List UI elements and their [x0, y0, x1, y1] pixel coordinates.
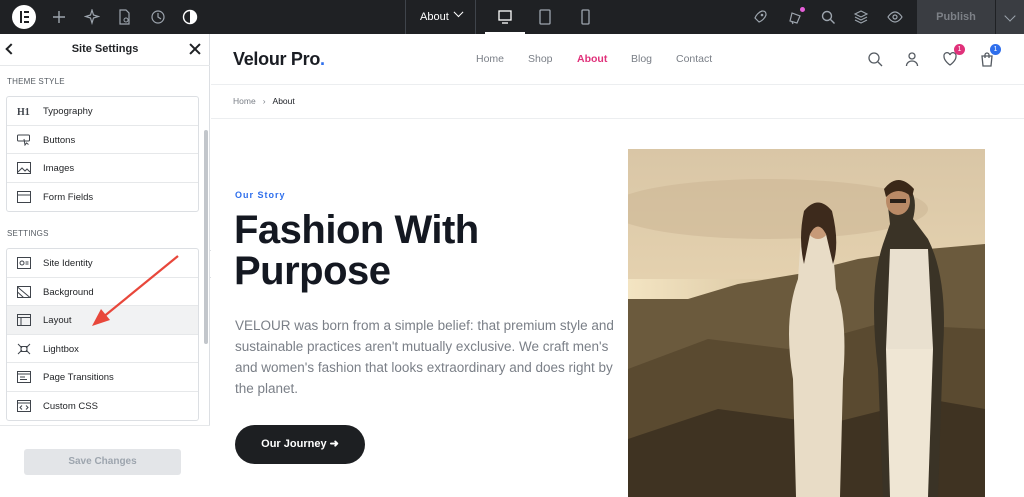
layout-icon — [17, 314, 31, 326]
nav-contact[interactable]: Contact — [676, 53, 712, 65]
hero-body-text: VELOUR was born from a simple belief: th… — [235, 318, 614, 396]
page-selector[interactable]: About — [405, 0, 476, 34]
settings-item-label: Custom CSS — [43, 400, 98, 412]
mobile-view-button[interactable] — [565, 0, 605, 34]
rocket-icon[interactable] — [752, 9, 768, 25]
chevron-down-icon — [453, 7, 464, 18]
panel-scrollbar[interactable] — [204, 130, 208, 344]
svg-text:H1: H1 — [17, 107, 30, 117]
settings-item-form-fields[interactable]: Form Fields — [7, 183, 198, 212]
theme-style-group: H1 Typography Buttons Images Form Fields — [6, 96, 199, 212]
custom-css-icon — [17, 399, 31, 412]
nav-shop[interactable]: Shop — [528, 53, 553, 65]
typography-h1-icon: H1 — [17, 105, 31, 117]
wishlist-count-badge: 1 — [954, 44, 965, 55]
editor-top-bar: About Publish — [0, 0, 1024, 34]
add-element-icon[interactable] — [51, 9, 67, 25]
our-journey-button[interactable]: Our Journey ➜ — [235, 425, 365, 464]
breadcrumb-separator: › — [262, 96, 266, 106]
settings-heading: SETTINGS — [7, 229, 49, 238]
brand-name: Velour Pro — [233, 49, 321, 69]
search-icon[interactable] — [820, 9, 836, 25]
site-logo[interactable]: Velour Pro. — [233, 49, 325, 70]
ai-sparkle-icon[interactable] — [84, 9, 100, 25]
page-settings-icon[interactable] — [116, 9, 132, 25]
site-identity-icon — [17, 257, 31, 269]
elementor-logo-icon[interactable] — [12, 5, 36, 29]
settings-item-label: Form Fields — [43, 191, 94, 203]
site-header: Velour Pro. Home Shop About Blog Contact… — [211, 34, 1024, 85]
notification-dot — [800, 7, 805, 12]
site-settings-icon[interactable] — [182, 9, 198, 25]
settings-item-label: Page Transitions — [43, 372, 114, 383]
settings-item-site-identity[interactable]: Site Identity — [7, 249, 198, 278]
settings-item-page-transitions[interactable]: Page Transitions — [7, 363, 198, 392]
lightbox-icon — [17, 343, 31, 355]
settings-item-custom-css[interactable]: Custom CSS — [7, 392, 198, 421]
settings-item-label: Buttons — [43, 134, 76, 146]
hero-photo-couple — [628, 149, 985, 497]
cart-count-badge: 1 — [990, 44, 1001, 55]
form-fields-icon — [17, 190, 31, 203]
breadcrumb-current: About — [272, 96, 295, 106]
structure-layers-icon[interactable] — [853, 9, 869, 25]
image-icon — [17, 162, 31, 174]
tablet-view-button[interactable] — [525, 0, 565, 34]
theme-style-heading: THEME STYLE — [7, 77, 65, 86]
section-eyebrow: Our Story — [235, 190, 286, 200]
settings-item-background[interactable]: Background — [7, 278, 198, 306]
brand-dot: . — [320, 49, 325, 69]
panel-footer: Save Changes — [0, 425, 210, 497]
site-settings-panel: Site Settings THEME STYLE H1 Typography … — [0, 34, 210, 497]
desktop-icon — [498, 10, 512, 24]
settings-item-label: Images — [43, 163, 75, 174]
breadcrumb-divider — [211, 118, 1024, 119]
button-cursor-icon — [17, 134, 31, 146]
settings-item-images[interactable]: Images — [7, 154, 198, 183]
desktop-view-button[interactable] — [485, 0, 525, 34]
nav-about[interactable]: About — [577, 53, 607, 65]
settings-item-label: Site Identity — [43, 258, 93, 269]
settings-item-label: Layout — [43, 315, 72, 326]
settings-item-lightbox[interactable]: Lightbox — [7, 335, 198, 363]
publish-options-button[interactable] — [995, 0, 1024, 34]
panel-title: Site Settings — [71, 43, 139, 55]
mobile-icon — [581, 9, 590, 25]
settings-group: Site Identity Background Layout Lightbox… — [6, 248, 199, 421]
panel-header: Site Settings — [0, 34, 210, 66]
close-icon[interactable] — [189, 43, 201, 55]
site-search-icon[interactable] — [867, 51, 883, 67]
settings-item-label: Background — [43, 286, 94, 298]
site-preview-canvas: Velour Pro. Home Shop About Blog Contact… — [211, 34, 1024, 497]
settings-item-label: Lightbox — [43, 343, 79, 355]
settings-item-layout[interactable]: Layout — [7, 306, 198, 335]
account-user-icon[interactable] — [904, 51, 920, 67]
background-icon — [17, 285, 31, 298]
nav-blog[interactable]: Blog — [631, 53, 652, 65]
preview-eye-icon[interactable] — [887, 9, 903, 25]
tablet-icon — [539, 9, 551, 25]
nav-home[interactable]: Home — [476, 53, 504, 65]
breadcrumb: Home › About — [233, 96, 295, 106]
hero-headline: Fashion With Purpose — [234, 208, 479, 293]
settings-item-typography[interactable]: H1 Typography — [7, 97, 198, 126]
settings-item-buttons[interactable]: Buttons — [7, 126, 198, 154]
history-icon[interactable] — [150, 9, 166, 25]
settings-item-label: Typography — [43, 106, 93, 117]
chevron-down-icon — [1004, 10, 1016, 22]
publish-button[interactable]: Publish — [917, 0, 995, 34]
page-transitions-icon — [17, 371, 31, 383]
breadcrumb-home[interactable]: Home — [233, 96, 256, 106]
save-changes-button[interactable]: Save Changes — [24, 449, 181, 475]
page-selector-label: About — [420, 11, 449, 23]
